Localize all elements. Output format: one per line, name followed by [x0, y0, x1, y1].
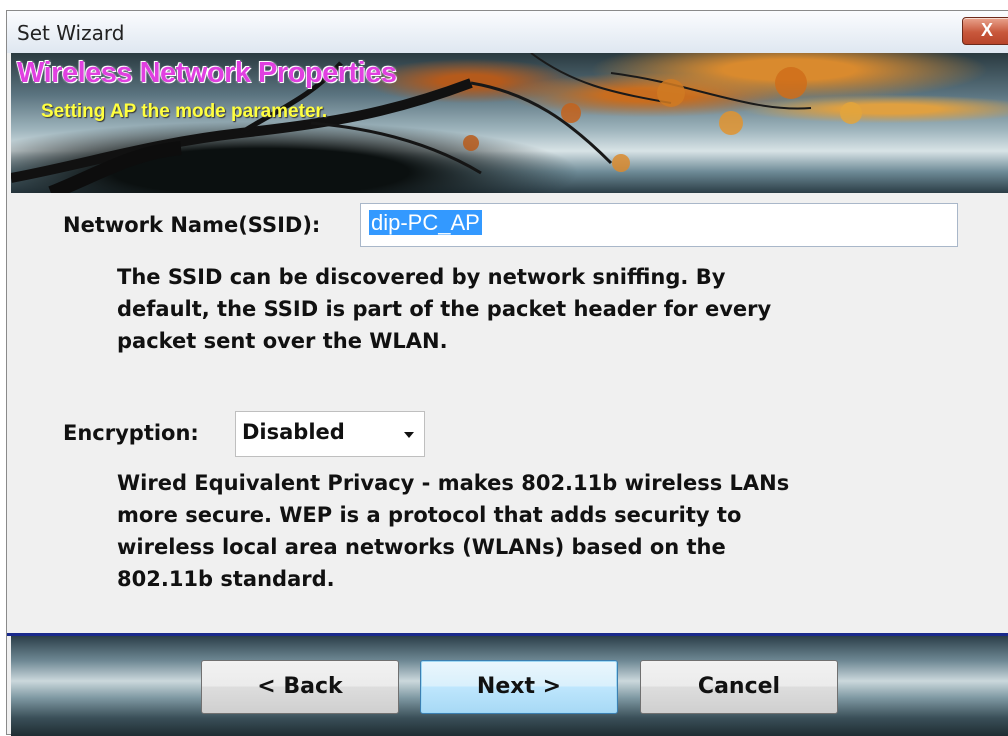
encryption-description: Wired Equivalent Privacy - makes 802.11b… — [117, 471, 790, 591]
window-title: Set Wizard — [17, 21, 125, 45]
back-button[interactable]: < Back — [201, 660, 399, 714]
encryption-select[interactable]: Disabled — [235, 411, 425, 457]
footer-bar: < Back Next > Cancel — [11, 636, 1008, 736]
chevron-down-icon — [404, 432, 414, 438]
set-wizard-window: Set Wizard X Wireless Network Properties… — [6, 10, 1008, 736]
encryption-value: Disabled — [242, 420, 345, 444]
banner-title: Wireless Network Properties — [17, 57, 397, 89]
ssid-value: dip-PC_AP — [369, 210, 482, 235]
close-button[interactable]: X — [962, 17, 1008, 45]
title-bar[interactable]: Set Wizard X — [7, 11, 1008, 53]
ssid-label: Network Name(SSID): — [63, 213, 321, 237]
encryption-label: Encryption: — [63, 421, 199, 445]
cancel-button[interactable]: Cancel — [640, 660, 838, 714]
ssid-description: The SSID can be discovered by network sn… — [117, 265, 772, 353]
wizard-content: Network Name(SSID): dip-PC_AP The SSID c… — [7, 193, 1008, 633]
banner-subtitle: Setting AP the mode parameter. — [41, 101, 328, 122]
header-banner: Wireless Network Properties Setting AP t… — [11, 53, 1008, 193]
ssid-input[interactable]: dip-PC_AP — [360, 203, 958, 247]
close-icon: X — [980, 20, 993, 40]
next-button[interactable]: Next > — [420, 660, 618, 714]
